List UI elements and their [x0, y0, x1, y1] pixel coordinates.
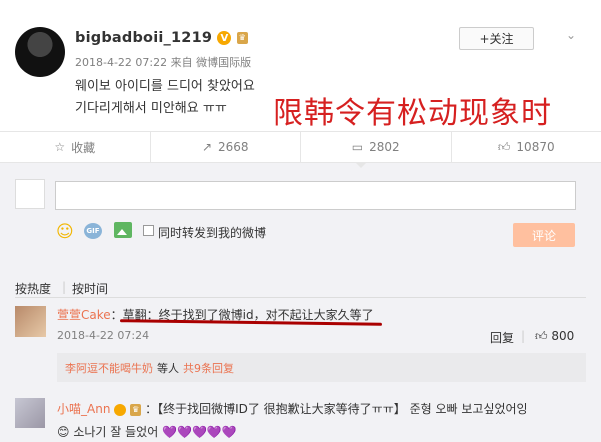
post-text-line-1: 웨이보 아이디를 드디어 찾았어요	[75, 79, 255, 94]
sort-separator: |	[62, 280, 67, 294]
verified-icon: V	[217, 31, 232, 45]
comment-username[interactable]: 小喵_Ann	[57, 402, 110, 416]
comment-like-button[interactable]: 👍︎ 800	[535, 329, 574, 344]
favorite-label: 收藏	[71, 140, 96, 155]
chevron-down-icon[interactable]: ⌄	[566, 28, 576, 42]
my-avatar	[15, 179, 45, 209]
submit-comment-button[interactable]: 评论	[513, 223, 575, 247]
comment-text-line-2: 😊 소나기 잘 들었어 💜💜💜💜💜	[57, 423, 237, 440]
comment-input[interactable]	[55, 181, 576, 210]
like-count: 10870	[516, 140, 555, 154]
repost-button[interactable]: ↗ 2668	[151, 132, 301, 162]
image-icon[interactable]	[114, 222, 132, 238]
reply-preview[interactable]: 李阿逗不能喝牛奶 等人 共9条回复	[57, 353, 586, 382]
repost-checkbox[interactable]	[143, 225, 154, 236]
panel-pointer	[355, 162, 367, 168]
submit-label: 评论	[531, 228, 556, 243]
overlay-caption: 限韩令有松动现象时	[273, 96, 552, 131]
comment-time: 2018-4-22 07:24	[57, 329, 150, 342]
comment-body: ：【终于找回微博ID了 很抱歉让大家等待了ㅠㅠ】 준형 오빠 보고싶었어잉	[145, 402, 528, 416]
sort-by-time[interactable]: 按时间	[72, 280, 108, 297]
like-button[interactable]: 👍︎ 10870	[452, 132, 601, 162]
emoji-icon[interactable]: ☺	[56, 222, 74, 242]
post-text-line-2: 기다리게해서 미안해요 ㅠㅠ	[75, 101, 227, 116]
reply-count-link[interactable]: 共9条回复	[183, 360, 234, 376]
member-badge-icon: ♛	[236, 32, 249, 44]
comment-username[interactable]: 萱萱Cake	[57, 308, 111, 322]
follow-label: +关注	[479, 32, 514, 46]
favorite-button[interactable]: ☆ 收藏	[0, 132, 151, 162]
comment-action-separator: |	[521, 329, 526, 343]
sort-by-hot[interactable]: 按热度	[15, 280, 51, 297]
comment-button[interactable]: ▭ 2802	[301, 132, 452, 162]
star-icon: ☆	[54, 140, 66, 154]
follow-button[interactable]: +关注	[459, 27, 534, 50]
comment-avatar[interactable]	[15, 306, 46, 337]
post-author-avatar[interactable]	[15, 27, 65, 77]
divider	[15, 297, 586, 298]
action-bar: ☆ 收藏 ↗ 2668 ▭ 2802 👍︎ 10870	[0, 131, 601, 163]
verified-icon	[114, 403, 127, 416]
comment-body-2: 소나기 잘 들었어	[73, 425, 159, 439]
reply-username[interactable]: 李阿逗不能喝牛奶	[65, 360, 153, 376]
comment-count: 2802	[369, 140, 400, 154]
post-meta: 2018-4-22 07:22 来自 微博国际版	[75, 56, 252, 69]
emoji-icon: 😊	[57, 425, 70, 439]
comment-text-line-1: 小喵_Ann ♛ ：【终于找回微博ID了 很抱歉让大家等待了ㅠㅠ】 준형 오빠 …	[57, 400, 528, 417]
repost-icon: ↗	[201, 140, 212, 154]
post-username[interactable]: bigbadboii_1219	[75, 30, 212, 46]
comment-avatar[interactable]	[15, 398, 45, 428]
thumbs-up-icon: 👍︎	[535, 329, 548, 343]
member-badge-icon: ♛	[130, 403, 142, 416]
comment-like-count: 800	[551, 329, 575, 343]
repost-count: 2668	[218, 140, 249, 154]
reply-waiting: 等人	[157, 361, 179, 375]
heart-icons: 💜💜💜💜💜	[162, 425, 237, 439]
comment-icon: ▭	[351, 140, 364, 154]
repost-checkbox-label: 同时转发到我的微博	[158, 226, 267, 240]
gif-icon[interactable]: GIF	[84, 223, 102, 239]
thumbs-up-icon: 👍︎	[497, 139, 511, 154]
reply-button[interactable]: 回复	[490, 329, 514, 346]
